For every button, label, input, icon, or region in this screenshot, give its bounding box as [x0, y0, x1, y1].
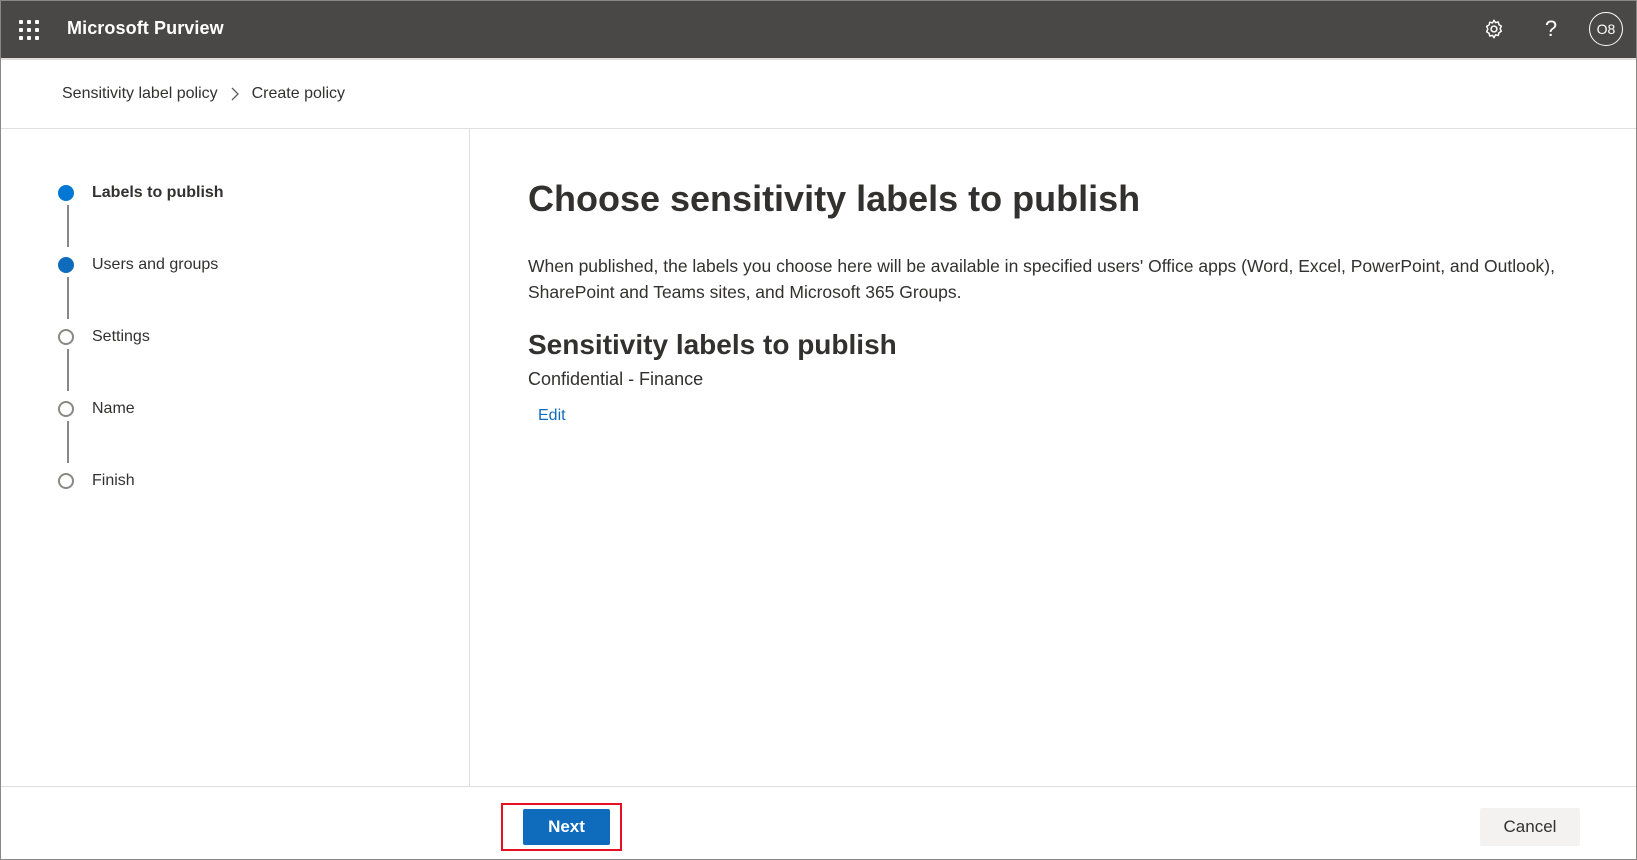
next-button[interactable]: Next: [523, 809, 610, 845]
step-pending-icon: [58, 401, 74, 417]
footer-bar: Next Cancel: [1, 786, 1636, 859]
step-connector: [67, 349, 69, 391]
help-icon[interactable]: ?: [1535, 13, 1567, 45]
breadcrumb-item-sensitivity-label-policy[interactable]: Sensitivity label policy: [62, 85, 218, 103]
waffle-icon[interactable]: [19, 20, 39, 40]
step-pending-icon: [58, 329, 74, 345]
page-description: When published, the labels you choose he…: [528, 256, 1555, 302]
step-label: Settings: [92, 328, 150, 345]
step-connector: [67, 277, 69, 319]
section-title: Sensitivity labels to publish: [528, 329, 897, 360]
top-bar: Microsoft Purview ? O8: [1, 1, 1636, 58]
cancel-button[interactable]: Cancel: [1480, 808, 1580, 846]
selected-label-value: Confidential - Finance: [528, 369, 704, 389]
settings-icon[interactable]: [1478, 13, 1510, 45]
step-label: Finish: [92, 472, 135, 489]
app-title: Microsoft Purview: [67, 18, 224, 38]
breadcrumb-item-create-policy: Create policy: [251, 85, 345, 102]
step-name[interactable]: Name: [58, 397, 135, 421]
step-current-icon: [58, 185, 74, 201]
step-connector: [67, 205, 69, 247]
step-labels-to-publish[interactable]: Labels to publish: [58, 181, 224, 205]
wizard-steps: Labels to publish Users and groups Setti…: [1, 129, 470, 786]
step-label: Users and groups: [92, 256, 219, 273]
step-label: Name: [92, 400, 135, 417]
page-title: Choose sensitivity labels to publish: [528, 178, 1141, 219]
step-settings[interactable]: Settings: [58, 325, 150, 349]
breadcrumb-bar: Sensitivity label policy Create policy: [1, 58, 1636, 129]
avatar[interactable]: O8: [1589, 12, 1623, 46]
step-finish[interactable]: Finish: [58, 469, 135, 493]
step-label: Labels to publish: [92, 184, 224, 201]
app-window: Microsoft Purview ? O8 Sensitivity label…: [0, 0, 1637, 860]
step-pending-icon: [58, 473, 74, 489]
breadcrumb: Sensitivity label policy Create policy: [62, 85, 345, 103]
step-completed-icon: [58, 257, 74, 273]
step-connector: [67, 421, 69, 463]
chevron-right-icon: [230, 87, 240, 101]
step-users-and-groups[interactable]: Users and groups: [58, 253, 218, 277]
edit-link[interactable]: Edit: [538, 407, 566, 425]
